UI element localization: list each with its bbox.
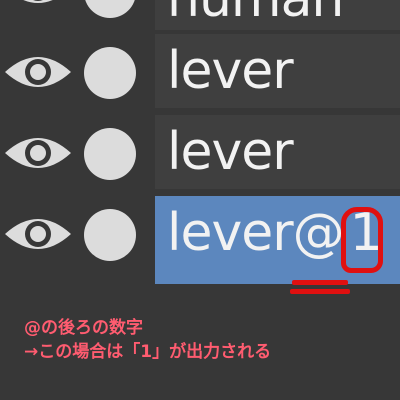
layer-panel: human lever lever bbox=[0, 0, 400, 400]
layer-name-prefix: lever bbox=[167, 203, 294, 263]
annotation-underline bbox=[292, 280, 348, 285]
circle-icon[interactable] bbox=[84, 128, 136, 180]
layer-name: human bbox=[167, 0, 344, 34]
layer-name-cell[interactable]: human bbox=[155, 0, 400, 30]
annotation-circle bbox=[341, 207, 383, 273]
layer-name: lever bbox=[167, 41, 294, 101]
eye-icon[interactable] bbox=[3, 48, 73, 96]
layer-name: lever bbox=[167, 122, 294, 182]
eye-icon[interactable] bbox=[3, 0, 73, 12]
layer-row[interactable]: human bbox=[0, 0, 400, 34]
layer-row[interactable]: lever bbox=[0, 34, 400, 112]
layer-name-at: @ bbox=[292, 203, 345, 263]
layer-name-cell[interactable]: lever bbox=[155, 115, 400, 189]
annotation-text-line1: @の後ろの数字 bbox=[24, 318, 143, 338]
circle-icon[interactable] bbox=[84, 47, 136, 99]
annotation-underline bbox=[290, 289, 350, 294]
layer-row[interactable]: lever bbox=[0, 115, 400, 193]
layer-row-selected[interactable]: lever@ 1 bbox=[0, 196, 400, 284]
annotation-text-line2: →この場合は「1」が出力される bbox=[24, 342, 272, 362]
circle-icon[interactable] bbox=[84, 209, 136, 261]
layer-name-cell[interactable]: lever bbox=[155, 34, 400, 108]
circle-icon[interactable] bbox=[84, 0, 136, 18]
eye-icon[interactable] bbox=[3, 210, 73, 258]
eye-icon[interactable] bbox=[3, 129, 73, 177]
